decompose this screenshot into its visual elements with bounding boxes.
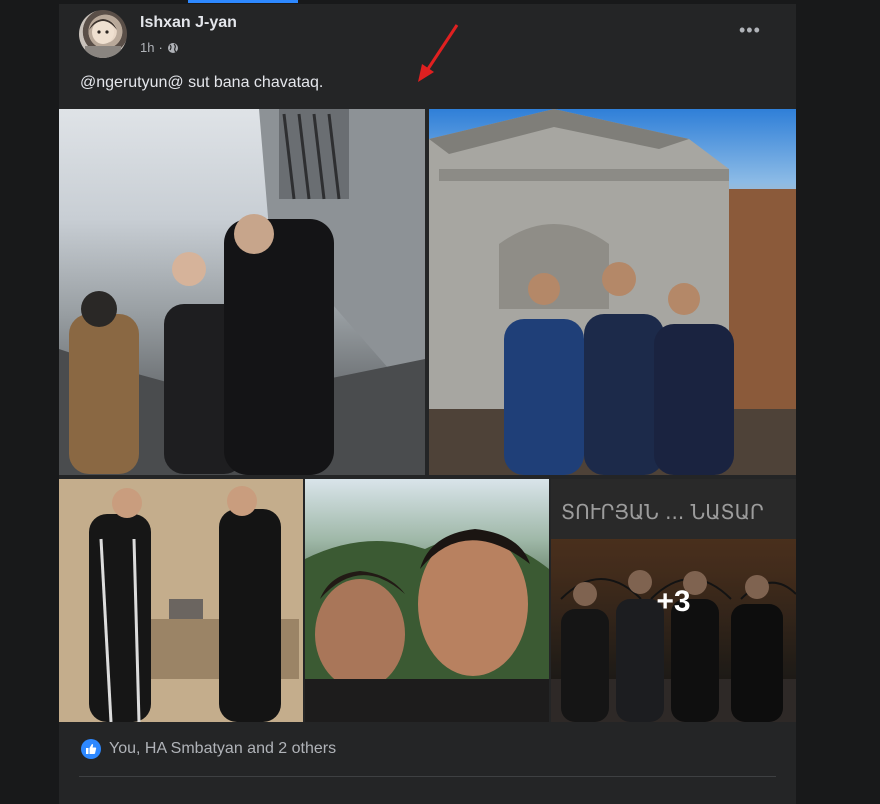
author-name[interactable]: Ishxan J-yan [140, 14, 237, 32]
more-photos-count[interactable]: +3 [551, 585, 796, 619]
divider [79, 776, 776, 777]
reaction-summary[interactable]: You, HA Smbatyan and 2 others [81, 739, 336, 759]
like-icon [81, 739, 101, 759]
post-caption: @ngerutyun@ sut bana chavataq. [80, 74, 324, 91]
globe-icon[interactable] [167, 42, 179, 54]
meta-separator: · [158, 40, 163, 55]
avatar[interactable] [79, 10, 127, 58]
post-photo-5-more[interactable]: ՏՈՒՐՅԱՆ ... ՆԱՏԱՐ +3 [551, 479, 796, 722]
post-photo-2[interactable] [429, 109, 796, 475]
post-photo-4[interactable] [305, 479, 549, 722]
post-card: Ishxan J-yan 1h · ••• @ngerutyun@ sut ba… [59, 4, 796, 804]
post-photo-1[interactable] [59, 109, 425, 475]
active-tab-indicator [188, 0, 298, 3]
post-photo-3[interactable] [59, 479, 303, 722]
post-meta: 1h · [140, 40, 179, 55]
reaction-text[interactable]: You, HA Smbatyan and 2 others [109, 740, 336, 758]
post-time[interactable]: 1h [140, 40, 154, 55]
right-gutter [796, 0, 880, 792]
more-horizontal-icon[interactable]: ••• [739, 20, 761, 41]
red-arrow-annotation [418, 24, 459, 82]
